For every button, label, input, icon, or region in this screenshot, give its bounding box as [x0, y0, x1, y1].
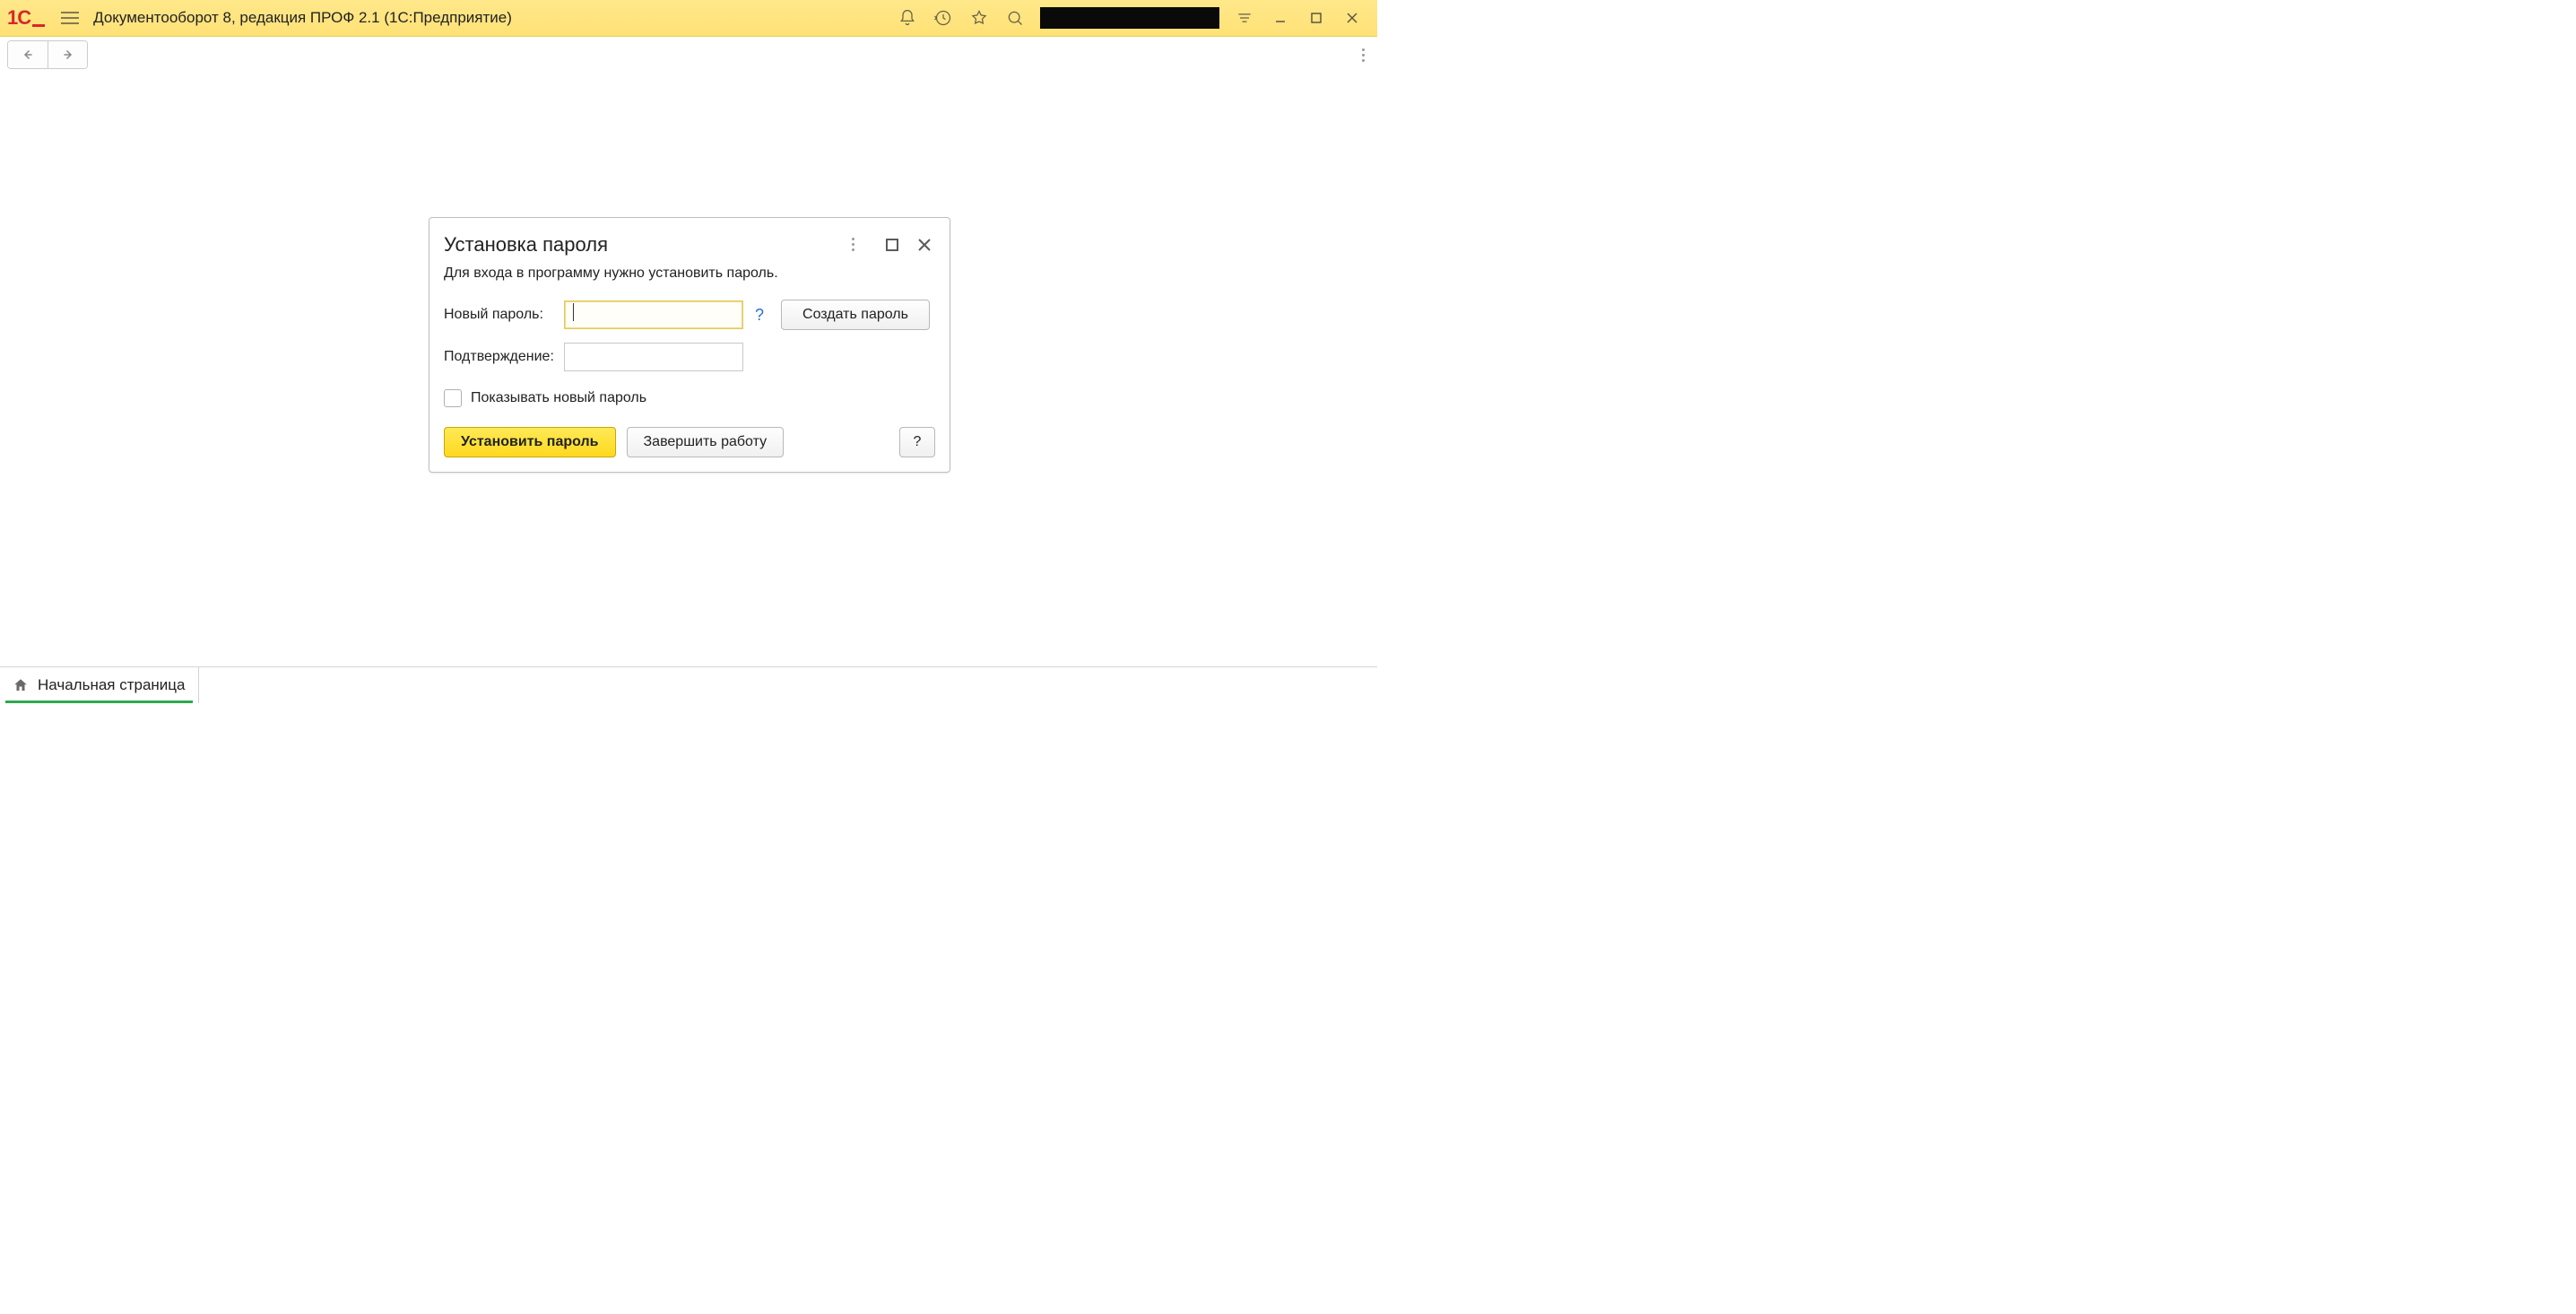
show-password-checkbox[interactable]: [444, 389, 462, 407]
dialog-title: Установка пароля: [444, 233, 846, 257]
new-password-row: Новый пароль: ? Создать пароль: [444, 300, 935, 330]
dialog-subtitle: Для входа в программу нужно установить п…: [444, 265, 935, 282]
home-tab[interactable]: Начальная страница: [0, 667, 199, 703]
bottombar: Начальная страница: [0, 666, 1377, 703]
star-icon[interactable]: [967, 5, 992, 30]
show-password-row: Показывать новый пароль: [444, 389, 935, 407]
home-icon: [13, 677, 29, 693]
navbar: [0, 37, 1377, 73]
field-help-icon[interactable]: ?: [752, 306, 767, 325]
content-area: Установка пароля Для входа в программу н…: [0, 73, 1377, 666]
dialog-maximize-button[interactable]: [881, 234, 903, 256]
minimize-button[interactable]: [1268, 5, 1293, 30]
titlebar: 1C Документооборот 8, редакция ПРОФ 2.1 …: [0, 0, 1377, 37]
set-password-button[interactable]: Установить пароль: [444, 427, 616, 457]
user-blackbox: [1040, 7, 1219, 29]
back-button[interactable]: [8, 41, 48, 68]
app-title: Документооборот 8, редакция ПРОФ 2.1 (1С…: [93, 9, 512, 27]
show-password-label[interactable]: Показывать новый пароль: [471, 390, 646, 406]
dialog-footer: Установить пароль Завершить работу ?: [444, 427, 935, 457]
confirm-password-label: Подтверждение:: [444, 349, 564, 365]
history-icon[interactable]: [931, 5, 956, 30]
search-icon[interactable]: [1002, 5, 1028, 30]
dialog-header: Установка пароля: [444, 232, 935, 257]
maximize-button[interactable]: [1304, 5, 1329, 30]
logo-1c: 1C: [7, 6, 45, 30]
hamburger-icon[interactable]: [61, 9, 79, 27]
password-dialog: Установка пароля Для входа в программу н…: [429, 217, 950, 473]
bell-icon[interactable]: [895, 5, 920, 30]
new-password-input[interactable]: [564, 300, 743, 329]
generate-password-button[interactable]: Создать пароль: [781, 300, 930, 330]
settings-lines-icon[interactable]: [1232, 5, 1257, 30]
forward-button[interactable]: [48, 41, 87, 68]
dialog-kebab-icon[interactable]: [846, 232, 860, 257]
home-tab-label: Начальная страница: [38, 676, 186, 694]
navbar-kebab-icon[interactable]: [1357, 43, 1370, 67]
confirm-password-input[interactable]: [564, 343, 743, 371]
confirm-password-row: Подтверждение:: [444, 343, 935, 371]
new-password-label: Новый пароль:: [444, 307, 564, 323]
help-button[interactable]: ?: [899, 427, 935, 457]
close-button[interactable]: [1340, 5, 1365, 30]
finish-button[interactable]: Завершить работу: [627, 427, 785, 457]
dialog-close-button[interactable]: [914, 234, 935, 256]
nav-btngroup: [7, 40, 88, 69]
